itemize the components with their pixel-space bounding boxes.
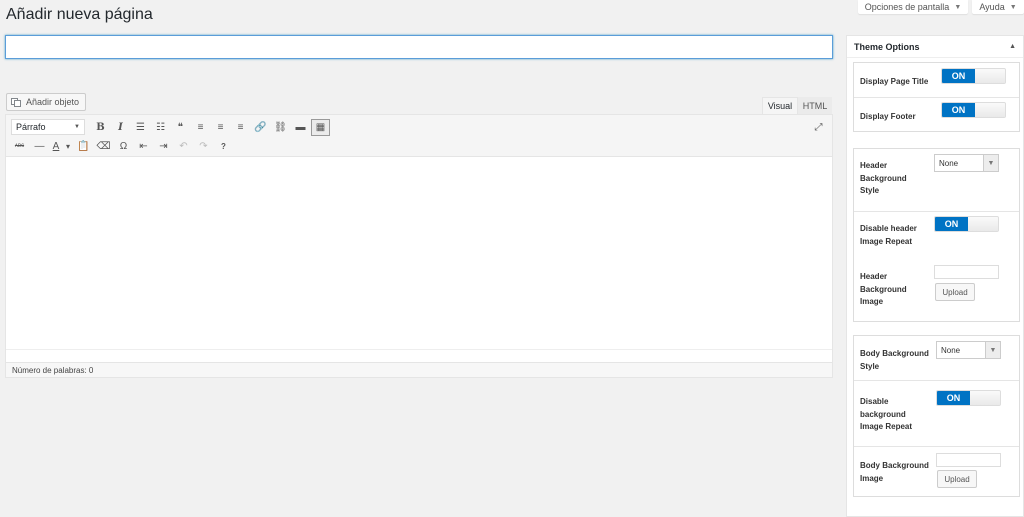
help-label: Ayuda [979,2,1005,12]
add-media-label: Añadir objeto [26,97,80,107]
disable-header-image-repeat-label: Disable header Image Repeat [860,224,917,246]
options-group-header: Header Background Style None ▼ Disable h… [853,148,1020,322]
caret-down-icon: ▼ [1009,3,1017,11]
body-background-style-select[interactable]: None ▼ [936,341,1001,359]
body-image-upload-button[interactable]: Upload [937,470,977,488]
clear-formatting-icon[interactable]: ⌫ [94,138,113,155]
screen-options-label: Opciones de pantalla [864,2,950,12]
body-background-style-value: None [941,345,961,355]
word-count: Número de palabras: 0 [12,365,94,375]
align-right-icon[interactable]: ≡ [231,119,250,136]
italic-icon[interactable]: I [111,119,130,136]
options-group-display: Display Page Title ON Display Footer ON [853,62,1020,132]
disable-header-image-repeat-toggle[interactable]: ON [934,216,999,232]
header-background-style-value: None [939,158,959,168]
header-background-style-label: Header Background Style [860,161,907,195]
bullet-list-icon[interactable]: ☰ [131,119,150,136]
chevron-down-icon: ▼ [74,124,80,130]
tab-html[interactable]: HTML [798,97,832,114]
header-background-image-input[interactable] [934,265,999,279]
chevron-down-icon: ▼ [985,342,1000,358]
disable-background-image-repeat-label: Disable background Image Repeat [860,397,913,431]
display-footer-label: Display Footer [860,112,916,121]
theme-options-panel: Theme Options ▲ Display Page Title ON Di… [846,35,1024,517]
display-page-title-toggle[interactable]: ON [941,68,1006,84]
body-background-image-input[interactable] [936,453,1001,467]
editor-divider [6,349,832,350]
numbered-list-icon[interactable]: ☷ [151,119,170,136]
chevron-down-icon: ▼ [983,155,998,171]
header-image-upload-button[interactable]: Upload [935,283,975,301]
theme-options-title: Theme Options [854,41,920,52]
media-icon [11,97,22,107]
editor-body[interactable] [6,157,832,349]
indent-icon[interactable]: ⇥ [154,138,173,155]
link-icon[interactable]: 🔗 [251,119,270,136]
help-icon[interactable]: ? [214,138,233,155]
toggle-on-label: ON [935,217,968,231]
toggle-on-label: ON [937,391,970,405]
caret-down-icon: ▼ [954,3,962,11]
toolbar-row-2: ᴀʙᴄ — A ▾ 📋 ⌫ Ω ⇤ ⇥ ↶ ↷? [6,137,233,155]
theme-options-header[interactable]: Theme Options ▲ [847,36,1023,58]
display-page-title-label: Display Page Title [860,77,929,86]
outdent-icon[interactable]: ⇤ [134,138,153,155]
toggle-on-label: ON [942,103,975,117]
body-background-image-label: Body Background Image [860,461,929,483]
horizontal-line-icon[interactable]: — [30,138,49,155]
read-more-icon[interactable]: ▬ [291,119,310,136]
undo-icon[interactable]: ↶ [174,138,193,155]
format-select[interactable]: Párrafo ▼ [11,119,85,135]
content-editor: Párrafo ▼ B I ☰ ☷ ❝ ≡ ≡ ≡ 🔗 ⛓ ▬ ▦ ᴀʙᴄ — A ▾ 📋 ⌫ Ω ⇤ ⇥ ↶ ↷? ⤢ … [5,114,833,378]
align-left-icon[interactable]: ≡ [191,119,210,136]
toolbar-toggle-icon[interactable]: ▦ [311,118,330,136]
text-color-icon[interactable]: A [50,138,62,155]
status-bar: Número de palabras: 0 [6,362,832,377]
align-center-icon[interactable]: ≡ [211,119,230,136]
toolbar-row-1: Párrafo ▼ B I ☰ ☷ ❝ ≡ ≡ ≡ 🔗 ⛓ ▬ ▦ [6,118,330,136]
strikethrough-icon[interactable]: ᴀʙᴄ [10,138,29,155]
bold-icon[interactable]: B [91,119,110,136]
paste-text-icon[interactable]: 📋 [74,138,93,155]
collapse-arrow-icon[interactable]: ▲ [1009,43,1016,50]
blockquote-icon[interactable]: ❝ [171,119,190,136]
add-media-button[interactable]: Añadir objeto [6,93,87,111]
header-background-style-select[interactable]: None ▼ [934,154,999,172]
unlink-icon[interactable]: ⛓ [271,119,290,136]
format-select-value: Párrafo [16,122,46,132]
fullscreen-icon[interactable]: ⤢ [810,119,827,135]
special-character-icon[interactable]: Ω [114,138,133,155]
disable-background-image-repeat-toggle[interactable]: ON [936,390,1001,406]
redo-icon[interactable]: ↷ [194,138,213,155]
page-title: Añadir nueva página [6,6,153,23]
header-background-image-label: Header Background Image [860,272,907,306]
editor-toolbar: Párrafo ▼ B I ☰ ☷ ❝ ≡ ≡ ≡ 🔗 ⛓ ▬ ▦ ᴀʙᴄ — A ▾ 📋 ⌫ Ω ⇤ ⇥ ↶ ↷? ⤢ [6,115,832,157]
tab-visual[interactable]: Visual [762,97,798,114]
text-color-caret-icon[interactable]: ▾ [63,138,73,155]
options-group-body: Body Background Style None ▼ Disable bac… [853,335,1020,497]
toggle-on-label: ON [942,69,975,83]
screen-options-tab[interactable]: Opciones de pantalla ▼ [858,0,968,14]
body-background-style-label: Body Background Style [860,349,929,371]
display-footer-toggle[interactable]: ON [941,102,1006,118]
help-tab[interactable]: Ayuda ▼ [972,0,1024,14]
title-input[interactable] [5,35,833,59]
